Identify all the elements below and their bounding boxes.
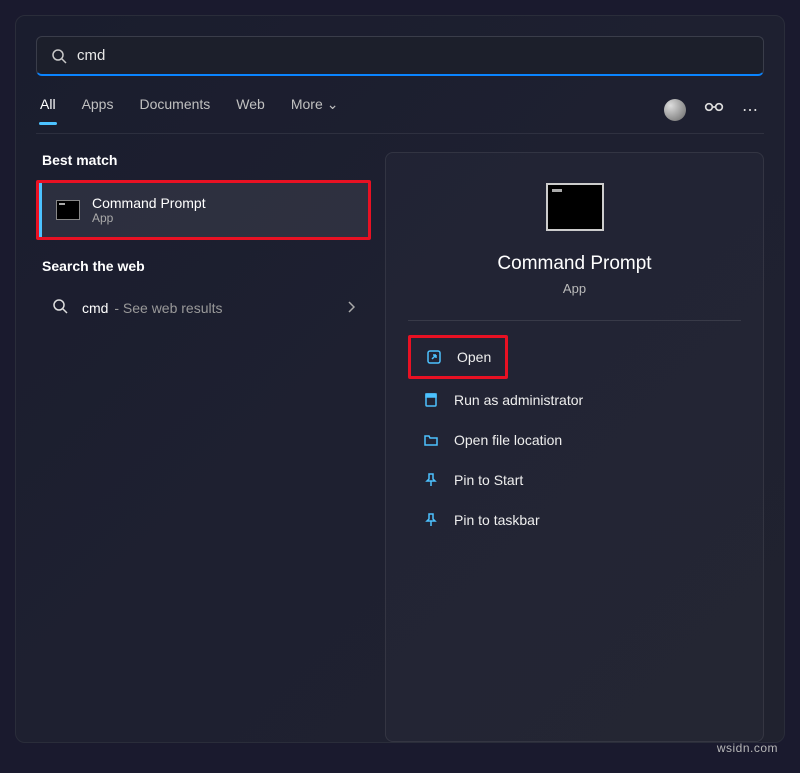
action-pin-start-label: Pin to Start (454, 472, 523, 488)
best-match-title: Command Prompt (92, 195, 206, 211)
preview-subtitle: App (563, 281, 586, 296)
command-prompt-icon (546, 183, 604, 231)
tab-row: All Apps Documents Web More⌄ ⋯ (36, 96, 764, 134)
tab-apps[interactable]: Apps (82, 96, 114, 123)
search-icon (52, 298, 68, 319)
content-area: Best match Command Prompt App Search the… (36, 134, 764, 742)
web-result-item[interactable]: cmd - See web results (36, 286, 371, 331)
search-box[interactable] (36, 36, 764, 76)
web-result-hint: - See web results (110, 300, 222, 316)
tab-all[interactable]: All (40, 96, 56, 123)
tabs: All Apps Documents Web More⌄ (40, 96, 338, 123)
tab-more[interactable]: More⌄ (291, 96, 339, 123)
user-avatar[interactable] (664, 99, 686, 121)
search-input[interactable] (77, 47, 749, 64)
best-match-label: Best match (42, 152, 371, 168)
action-open-location[interactable]: Open file location (408, 421, 741, 459)
tab-more-label: More (291, 96, 323, 112)
best-match-subtitle: App (92, 211, 206, 225)
action-run-admin-label: Run as administrator (454, 392, 583, 408)
action-open[interactable]: Open (411, 338, 505, 376)
preview-title: Command Prompt (497, 253, 651, 275)
watermark: wsidn.com (717, 741, 778, 755)
results-column: Best match Command Prompt App Search the… (36, 152, 371, 742)
action-open-label: Open (457, 349, 491, 365)
preview-header: Command Prompt App (408, 183, 741, 296)
pin-icon (422, 471, 440, 489)
action-list: Open Run as administrator (408, 335, 741, 539)
preview-pane: Command Prompt App Open (385, 152, 764, 742)
more-options-icon[interactable]: ⋯ (742, 100, 760, 120)
action-open-location-label: Open file location (454, 432, 562, 448)
best-match-item[interactable]: Command Prompt App (39, 183, 368, 237)
tab-web[interactable]: Web (236, 96, 265, 123)
open-icon (425, 348, 443, 366)
start-search-window: All Apps Documents Web More⌄ ⋯ Best matc… (15, 15, 785, 743)
best-match-texts: Command Prompt App (92, 195, 206, 225)
command-prompt-icon (56, 200, 80, 220)
action-pin-taskbar-label: Pin to taskbar (454, 512, 540, 528)
web-result-left: cmd - See web results (52, 298, 223, 319)
search-icon (51, 48, 67, 64)
best-match-highlight: Command Prompt App (36, 180, 371, 240)
pin-icon (422, 511, 440, 529)
divider (408, 320, 741, 321)
tab-documents[interactable]: Documents (139, 96, 210, 123)
open-highlight: Open (408, 335, 508, 379)
action-run-admin[interactable]: Run as administrator (408, 381, 741, 419)
search-web-label: Search the web (42, 258, 371, 274)
chevron-right-icon (347, 300, 355, 318)
action-pin-taskbar[interactable]: Pin to taskbar (408, 501, 741, 539)
web-result-term: cmd (82, 300, 108, 316)
top-icons: ⋯ (664, 99, 760, 121)
chevron-down-icon: ⌄ (327, 96, 339, 112)
shield-icon (422, 391, 440, 409)
action-pin-start[interactable]: Pin to Start (408, 461, 741, 499)
link-icon[interactable] (704, 99, 724, 120)
folder-icon (422, 431, 440, 449)
